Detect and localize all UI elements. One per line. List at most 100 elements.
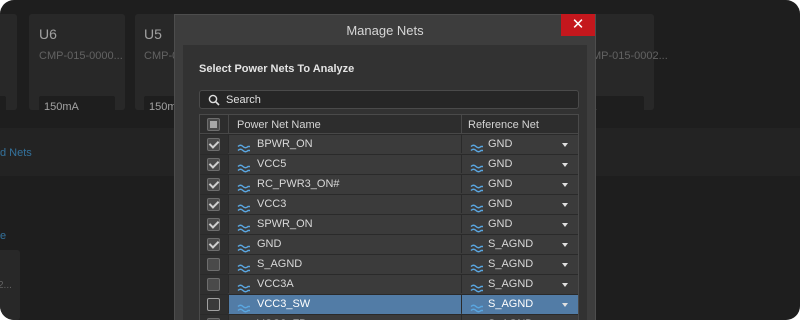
chevron-down-icon[interactable]: [562, 183, 568, 187]
net-icon: [470, 260, 484, 273]
checkbox-cell: [200, 295, 228, 314]
reference-net-dropdown[interactable]: S_AGND: [462, 295, 578, 314]
checkbox-cell: [200, 155, 228, 174]
net-icon: [470, 180, 484, 193]
power-net-name: VCC3A: [257, 278, 294, 290]
checkbox-cell: [200, 215, 228, 234]
reference-net-dropdown[interactable]: S_AGND: [462, 315, 578, 320]
power-nets-table: Power Net Name Reference Net BPWR_ON GND V…: [199, 114, 579, 320]
search-input[interactable]: [226, 92, 566, 107]
close-button[interactable]: ✕: [561, 14, 595, 36]
chevron-down-icon[interactable]: [562, 283, 568, 287]
table-row[interactable]: VCC5 GND: [200, 155, 578, 174]
manage-nets-dialog: Manage Nets ✕ Select Power Nets To Analy…: [174, 14, 596, 320]
reference-net-dropdown[interactable]: GND: [462, 175, 578, 194]
table-row[interactable]: VCC3_SW S_AGND: [200, 295, 578, 314]
net-icon: [470, 220, 484, 233]
net-icon: [470, 160, 484, 173]
chevron-down-icon[interactable]: [562, 203, 568, 207]
table-row[interactable]: SPWR_ON GND: [200, 215, 578, 234]
net-icon: [470, 240, 484, 253]
power-net-cell[interactable]: VCC5: [229, 155, 461, 174]
reference-net-value: GND: [488, 218, 513, 230]
net-checkbox[interactable]: [207, 138, 220, 151]
net-checkbox[interactable]: [207, 298, 220, 311]
checkbox-cell: [200, 275, 228, 294]
reference-net-value: S_AGND: [488, 238, 534, 250]
column-header-reference-net[interactable]: Reference Net: [468, 119, 539, 131]
power-net-cell[interactable]: S_AGND: [229, 255, 461, 274]
reference-net-value: S_AGND: [488, 258, 534, 270]
table-row[interactable]: S_AGND S_AGND: [200, 255, 578, 274]
power-net-name: SPWR_ON: [257, 218, 313, 230]
select-all-checkbox[interactable]: [207, 118, 220, 131]
column-divider: [228, 115, 229, 133]
checkbox-cell: [200, 235, 228, 254]
reference-net-dropdown[interactable]: GND: [462, 195, 578, 214]
power-net-cell[interactable]: GND: [229, 235, 461, 254]
power-net-cell[interactable]: SPWR_ON: [229, 215, 461, 234]
power-net-cell[interactable]: VCC3: [229, 195, 461, 214]
net-checkbox[interactable]: [207, 278, 220, 291]
table-row[interactable]: VCC3_FBS_AGND: [200, 315, 578, 320]
net-icon: [237, 300, 251, 313]
net-icon: [470, 280, 484, 293]
search-box[interactable]: [199, 90, 579, 109]
column-header-power-net-name[interactable]: Power Net Name: [237, 119, 321, 131]
net-checkbox[interactable]: [207, 198, 220, 211]
net-icon: [237, 140, 251, 153]
net-checkbox[interactable]: [207, 238, 220, 251]
checkbox-cell: [200, 175, 228, 194]
power-net-cell[interactable]: VCC3A: [229, 275, 461, 294]
net-icon: [237, 280, 251, 293]
column-divider[interactable]: [461, 115, 462, 133]
reference-net-dropdown[interactable]: S_AGND: [462, 235, 578, 254]
power-net-cell[interactable]: VCC3_FB: [229, 315, 461, 320]
chevron-down-icon[interactable]: [562, 263, 568, 267]
table-header: Power Net Name Reference Net: [200, 115, 578, 134]
checkbox-cell: [200, 315, 228, 320]
net-icon: [470, 140, 484, 153]
power-net-name: VCC3: [257, 198, 287, 210]
power-net-name: S_AGND: [257, 258, 303, 270]
reference-net-dropdown[interactable]: GND: [462, 155, 578, 174]
chevron-down-icon[interactable]: [562, 303, 568, 307]
net-checkbox[interactable]: [207, 218, 220, 231]
table-row[interactable]: VCC3A S_AGND: [200, 275, 578, 294]
chevron-down-icon[interactable]: [562, 143, 568, 147]
reference-net-value: GND: [488, 178, 513, 190]
power-net-cell[interactable]: RC_PWR3_ON#: [229, 175, 461, 194]
checkbox-cell: [200, 195, 228, 214]
net-icon: [237, 240, 251, 253]
chevron-down-icon[interactable]: [562, 223, 568, 227]
net-icon: [237, 220, 251, 233]
chevron-down-icon[interactable]: [562, 243, 568, 247]
net-checkbox[interactable]: [207, 178, 220, 191]
net-icon: [237, 260, 251, 273]
dialog-body: Select Power Nets To Analyze Power Net N…: [183, 45, 587, 320]
reference-net-dropdown[interactable]: GND: [462, 135, 578, 154]
net-icon: [470, 200, 484, 213]
net-icon: [237, 200, 251, 213]
power-net-name: BPWR_ON: [257, 138, 313, 150]
checkbox-cell: [200, 135, 228, 154]
net-checkbox[interactable]: [207, 258, 220, 271]
reference-net-dropdown[interactable]: S_AGND: [462, 255, 578, 274]
close-icon: ✕: [571, 16, 585, 33]
power-net-cell[interactable]: BPWR_ON: [229, 135, 461, 154]
net-icon: [237, 180, 251, 193]
table-row[interactable]: GND S_AGND: [200, 235, 578, 254]
table-row[interactable]: BPWR_ON GND: [200, 135, 578, 154]
reference-net-value: S_AGND: [488, 298, 534, 310]
reference-net-dropdown[interactable]: S_AGND: [462, 275, 578, 294]
chevron-down-icon[interactable]: [562, 163, 568, 167]
reference-net-value: GND: [488, 198, 513, 210]
table-row[interactable]: VCC3 GND: [200, 195, 578, 214]
dialog-titlebar[interactable]: Manage Nets ✕: [175, 14, 595, 45]
dialog-title: Manage Nets: [346, 23, 424, 38]
reference-net-dropdown[interactable]: GND: [462, 215, 578, 234]
power-net-cell[interactable]: VCC3_SW: [229, 295, 461, 314]
net-icon: [470, 300, 484, 313]
table-row[interactable]: RC_PWR3_ON# GND: [200, 175, 578, 194]
net-checkbox[interactable]: [207, 158, 220, 171]
